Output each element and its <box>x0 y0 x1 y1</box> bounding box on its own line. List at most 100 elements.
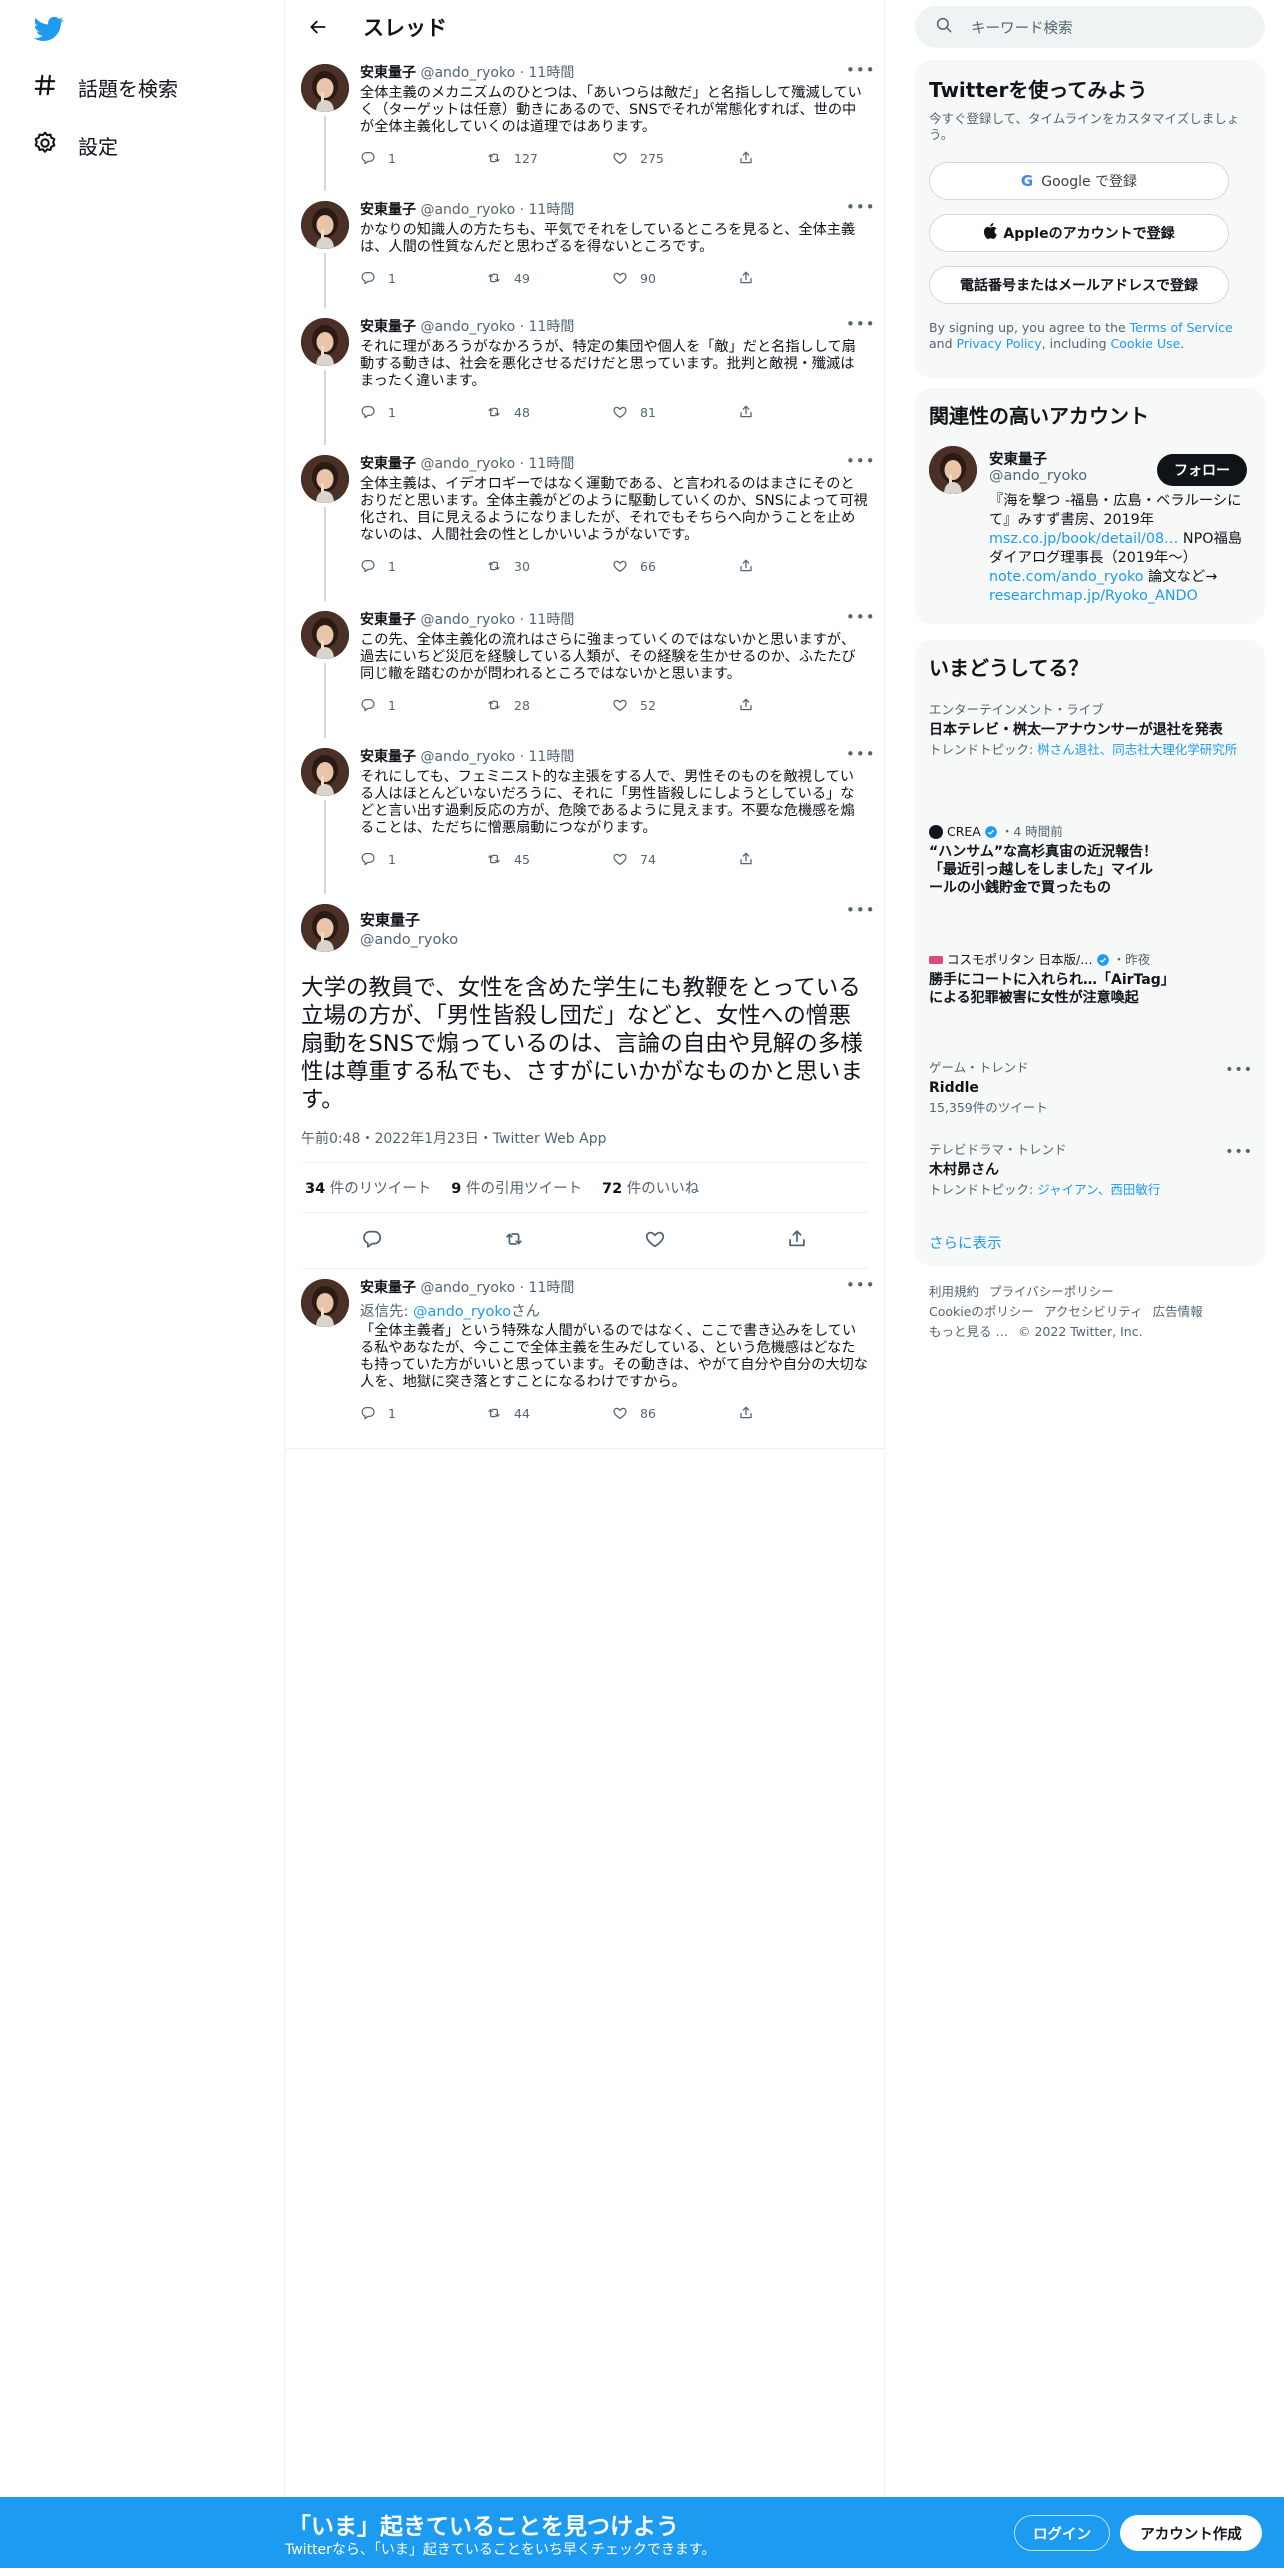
retweet-button[interactable]: 45 <box>486 851 612 867</box>
more-options-icon[interactable]: ••• <box>846 200 875 219</box>
trend-topic-links[interactable]: 桝さん退社、同志社大理化学研究所 <box>1037 742 1237 757</box>
share-button[interactable] <box>738 558 768 574</box>
footer-link[interactable]: プライバシーポリシー <box>989 1284 1114 1299</box>
trend-item[interactable]: コスモポリタン 日本版/… ・昨夜 勝手にコートに入れられ…「AirTag」によ… <box>929 952 1249 1007</box>
author-name[interactable]: 安東量子 <box>360 749 416 765</box>
share-button[interactable] <box>738 697 768 713</box>
privacy-link[interactable]: Privacy Policy <box>957 336 1042 351</box>
retweet-button[interactable]: 30 <box>486 558 612 574</box>
reply-button[interactable]: 1 <box>360 558 486 574</box>
like-button[interactable]: 81 <box>612 404 738 420</box>
related-name[interactable]: 安東量子 <box>989 448 1047 469</box>
thread-tweet[interactable]: ••• 安東量子 @ando_ryoko · 11時間 全体主義は、イデオロギー… <box>285 445 884 601</box>
avatar[interactable] <box>301 611 349 659</box>
like-button[interactable]: 86 <box>612 1405 738 1421</box>
more-options-icon[interactable]: ••• <box>1225 1144 1253 1160</box>
author-handle[interactable]: @ando_ryoko <box>420 319 515 335</box>
retweet-button[interactable]: 44 <box>486 1405 612 1421</box>
like-button[interactable]: 74 <box>612 851 738 867</box>
bio-link[interactable]: researchmap.jp/Ryoko_ANDO <box>989 588 1198 604</box>
like-button[interactable]: 52 <box>612 697 738 713</box>
footer-link[interactable]: アクセシビリティ <box>1044 1304 1143 1319</box>
thread-tweet[interactable]: ••• 安東量子 @ando_ryoko · 11時間 全体主義のメカニズムのひ… <box>285 54 884 191</box>
author-handle[interactable]: @ando_ryoko <box>360 932 868 948</box>
author-name[interactable]: 安東量子 <box>360 612 416 628</box>
avatar[interactable] <box>929 446 977 494</box>
retweets-stat[interactable]: 34 件のリツイート <box>305 1177 431 1198</box>
author-name[interactable]: 安東量子 <box>360 1280 416 1296</box>
tweet-time[interactable]: 11時間 <box>529 456 575 472</box>
author-handle[interactable]: @ando_ryoko <box>420 612 515 628</box>
trend-item[interactable]: ゲーム・トレンド Riddle 15,359件のツイート ••• <box>929 1060 1252 1116</box>
more-options-icon[interactable]: ••• <box>846 454 875 473</box>
reply-button[interactable]: 1 <box>360 404 486 420</box>
share-button[interactable] <box>738 150 768 166</box>
author-handle[interactable]: @ando_ryoko <box>420 65 515 81</box>
retweet-button[interactable]: 127 <box>486 150 612 166</box>
footer-link[interactable]: もっと見る … <box>929 1324 1008 1339</box>
nav-settings[interactable]: 設定 <box>32 125 118 165</box>
footer-link[interactable]: 利用規約 <box>929 1284 979 1299</box>
tweet-time[interactable]: 11時間 <box>529 202 575 218</box>
avatar[interactable] <box>301 318 349 366</box>
more-options-icon[interactable]: ••• <box>846 1278 875 1297</box>
tweet-time[interactable]: 11時間 <box>529 319 575 335</box>
nav-explore[interactable]: 話題を検索 <box>32 67 178 107</box>
bio-link[interactable]: msz.co.jp/book/detail/08… <box>989 531 1178 547</box>
reply-tweet[interactable]: ••• 安東量子 @ando_ryoko · 11時間 返信先: @ando_r… <box>285 1269 884 1449</box>
tweet-time[interactable]: 11時間 <box>529 749 575 765</box>
trend-item[interactable]: エンターテインメント・ライブ 日本テレビ・桝太一アナウンサーが退社を発表 トレン… <box>929 702 1249 758</box>
author-name[interactable]: 安東量子 <box>360 456 416 472</box>
author-name[interactable]: 安東量子 <box>360 319 416 335</box>
tweet-time[interactable]: 11時間 <box>529 65 575 81</box>
author-name[interactable]: 安東量子 <box>360 202 416 218</box>
google-signup-button[interactable]: G Google で登録 <box>929 162 1229 200</box>
avatar[interactable] <box>301 455 349 503</box>
likes-stat[interactable]: 72 件のいいね <box>602 1177 699 1198</box>
like-button[interactable]: 90 <box>612 270 738 286</box>
more-options-icon[interactable]: ••• <box>846 903 875 922</box>
like-button[interactable] <box>644 1228 666 1254</box>
bio-link[interactable]: note.com/ando_ryoko <box>989 569 1144 585</box>
thread-tweet[interactable]: ••• 安東量子 @ando_ryoko · 11時間 それにしても、フェミニス… <box>285 738 884 894</box>
apple-signup-button[interactable]: Appleのアカウントで登録 <box>929 214 1229 252</box>
author-name[interactable]: 安東量子 <box>360 65 416 81</box>
search-input[interactable]: キーワード検索 <box>915 6 1265 48</box>
reply-to-link[interactable]: @ando_ryoko <box>413 1304 511 1320</box>
author-name[interactable]: 安東量子 <box>360 909 868 930</box>
more-options-icon[interactable]: ••• <box>846 610 875 629</box>
author-block[interactable]: 安東量子 @ando_ryoko <box>360 904 868 952</box>
retweet-button[interactable]: 48 <box>486 404 612 420</box>
reply-button[interactable]: 1 <box>360 1405 486 1421</box>
retweet-button[interactable]: 28 <box>486 697 612 713</box>
share-button[interactable] <box>738 851 768 867</box>
trend-topic-links[interactable]: ジャイアン、西田敏行 <box>1037 1182 1160 1197</box>
related-handle[interactable]: @ando_ryoko <box>989 468 1087 484</box>
arrow-left-icon[interactable] <box>301 10 335 44</box>
author-handle[interactable]: @ando_ryoko <box>420 749 515 765</box>
like-button[interactable]: 275 <box>612 150 738 166</box>
avatar[interactable] <box>301 64 349 112</box>
reply-button[interactable]: 1 <box>360 270 486 286</box>
more-options-icon[interactable]: ••• <box>846 317 875 336</box>
quotes-stat[interactable]: 9 件の引用ツイート <box>451 1177 582 1198</box>
phone-email-signup-button[interactable]: 電話番号またはメールアドレスで登録 <box>929 266 1229 304</box>
cookie-link[interactable]: Cookie Use <box>1111 336 1181 351</box>
thread-tweet[interactable]: ••• 安東量子 @ando_ryoko · 11時間 かなりの知識人の方たちも… <box>285 191 884 308</box>
reply-button[interactable]: 1 <box>360 851 486 867</box>
reply-button[interactable] <box>361 1228 383 1254</box>
author-handle[interactable]: @ando_ryoko <box>420 456 515 472</box>
reply-button[interactable]: 1 <box>360 697 486 713</box>
author-handle[interactable]: @ando_ryoko <box>420 202 515 218</box>
share-button[interactable] <box>738 404 768 420</box>
footer-link[interactable]: 広告情報 <box>1153 1304 1203 1319</box>
footer-link[interactable]: Cookieのポリシー <box>929 1304 1034 1319</box>
twitter-bird-icon[interactable] <box>32 14 66 44</box>
thread-tweet[interactable]: ••• 安東量子 @ando_ryoko · 11時間 それに理があろうがなかろ… <box>285 308 884 445</box>
share-button[interactable] <box>738 1405 768 1421</box>
more-options-icon[interactable]: ••• <box>1225 1062 1253 1078</box>
tweet-timestamp[interactable]: 午前0:48・2022年1月23日・Twitter Web App <box>301 1128 868 1148</box>
reply-button[interactable]: 1 <box>360 150 486 166</box>
trend-item[interactable]: テレビドラマ・トレンド 木村昴さん トレンドトピック: ジャイアン、西田敏行 •… <box>929 1142 1252 1198</box>
follow-button[interactable]: フォロー <box>1157 454 1247 486</box>
